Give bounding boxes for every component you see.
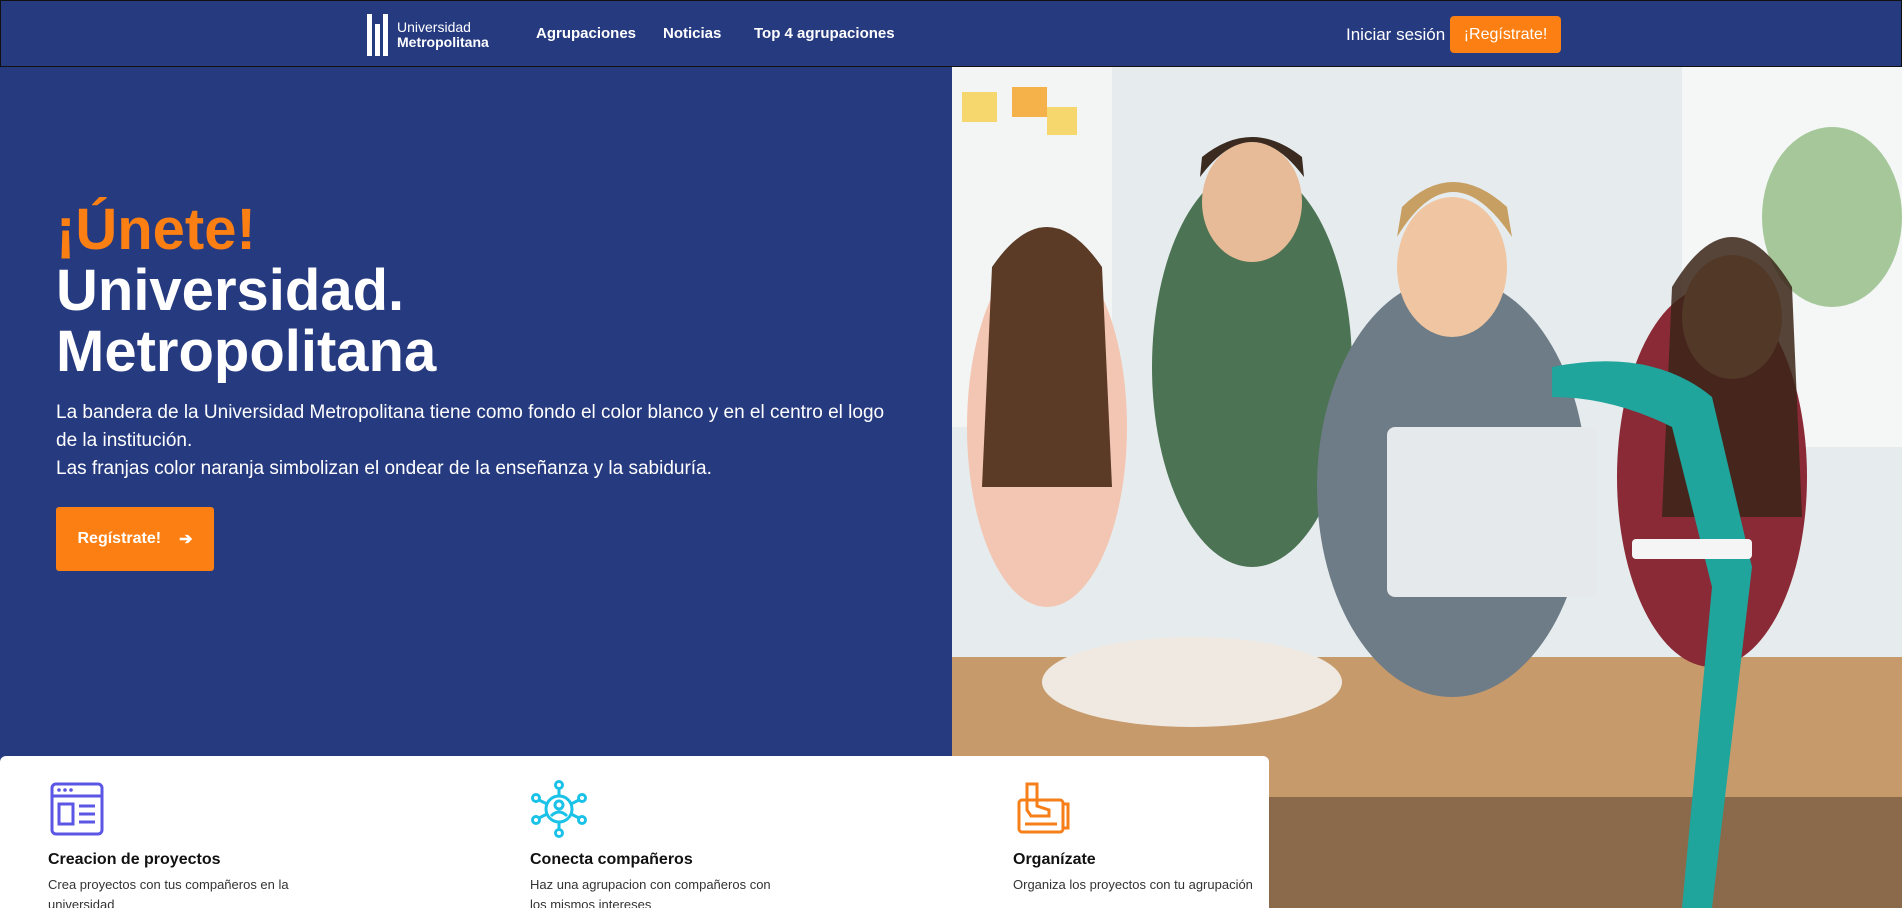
nav-register-button[interactable]: ¡Regístrate! [1450, 16, 1561, 53]
nav-link-top-agrupaciones[interactable]: Top 4 agrupaciones [754, 25, 895, 42]
login-link[interactable]: Iniciar sesión [1346, 25, 1445, 45]
browser-layout-icon [50, 782, 104, 836]
logo-mark-icon [367, 14, 389, 56]
drawing-board-icon [1017, 782, 1070, 834]
feature-organize: Organízate Organiza los proyectos con tu… [1013, 780, 1313, 895]
hero-title-accent: ¡Únete! [56, 197, 256, 262]
arrow-right-icon: ➔ [179, 531, 193, 548]
feature-title: Conecta compañeros [530, 851, 693, 868]
feature-title: Organízate [1013, 851, 1096, 868]
hero-register-button[interactable]: Regístrate! ➔ [56, 507, 214, 571]
hero-title: ¡Únete! Universidad. Metropolitana [56, 197, 437, 384]
nav-link-agrupaciones[interactable]: Agrupaciones [536, 25, 636, 42]
feature-title: Creacion de proyectos [48, 851, 221, 868]
network-people-icon [531, 780, 587, 838]
logo-line-2: Metropolitana [397, 34, 489, 50]
feature-description: Organiza los proyectos con tu agrupación [1013, 877, 1253, 892]
feature-description: Haz una agrupacion con compañeros con lo… [530, 877, 771, 908]
hero-description: La bandera de la Universidad Metropolita… [56, 399, 896, 483]
hero-register-label: Regístrate! [77, 530, 162, 547]
logo-line-1: Universidad [397, 19, 471, 36]
nav-link-noticias[interactable]: Noticias [663, 25, 721, 42]
hero-description-line-1: La bandera de la Universidad Metropolita… [56, 402, 885, 451]
top-navbar: Universidad Metropolitana Agrupaciones N… [0, 0, 1902, 67]
feature-projects: Creacion de proyectos Crea proyectos con… [48, 780, 348, 908]
university-logo[interactable]: Universidad Metropolitana [367, 13, 489, 57]
feature-description: Crea proyectos con tus compañeros en la … [48, 877, 289, 908]
feature-connect: Conecta compañeros Haz una agrupacion co… [530, 780, 830, 908]
hero-title-line-2: Universidad. [56, 257, 405, 323]
hero-title-line-3: Metropolitana [56, 318, 437, 384]
hero-description-line-2: Las franjas color naranja simbolizan el … [56, 458, 712, 479]
features-panel: Creacion de proyectos Crea proyectos con… [0, 756, 1269, 908]
